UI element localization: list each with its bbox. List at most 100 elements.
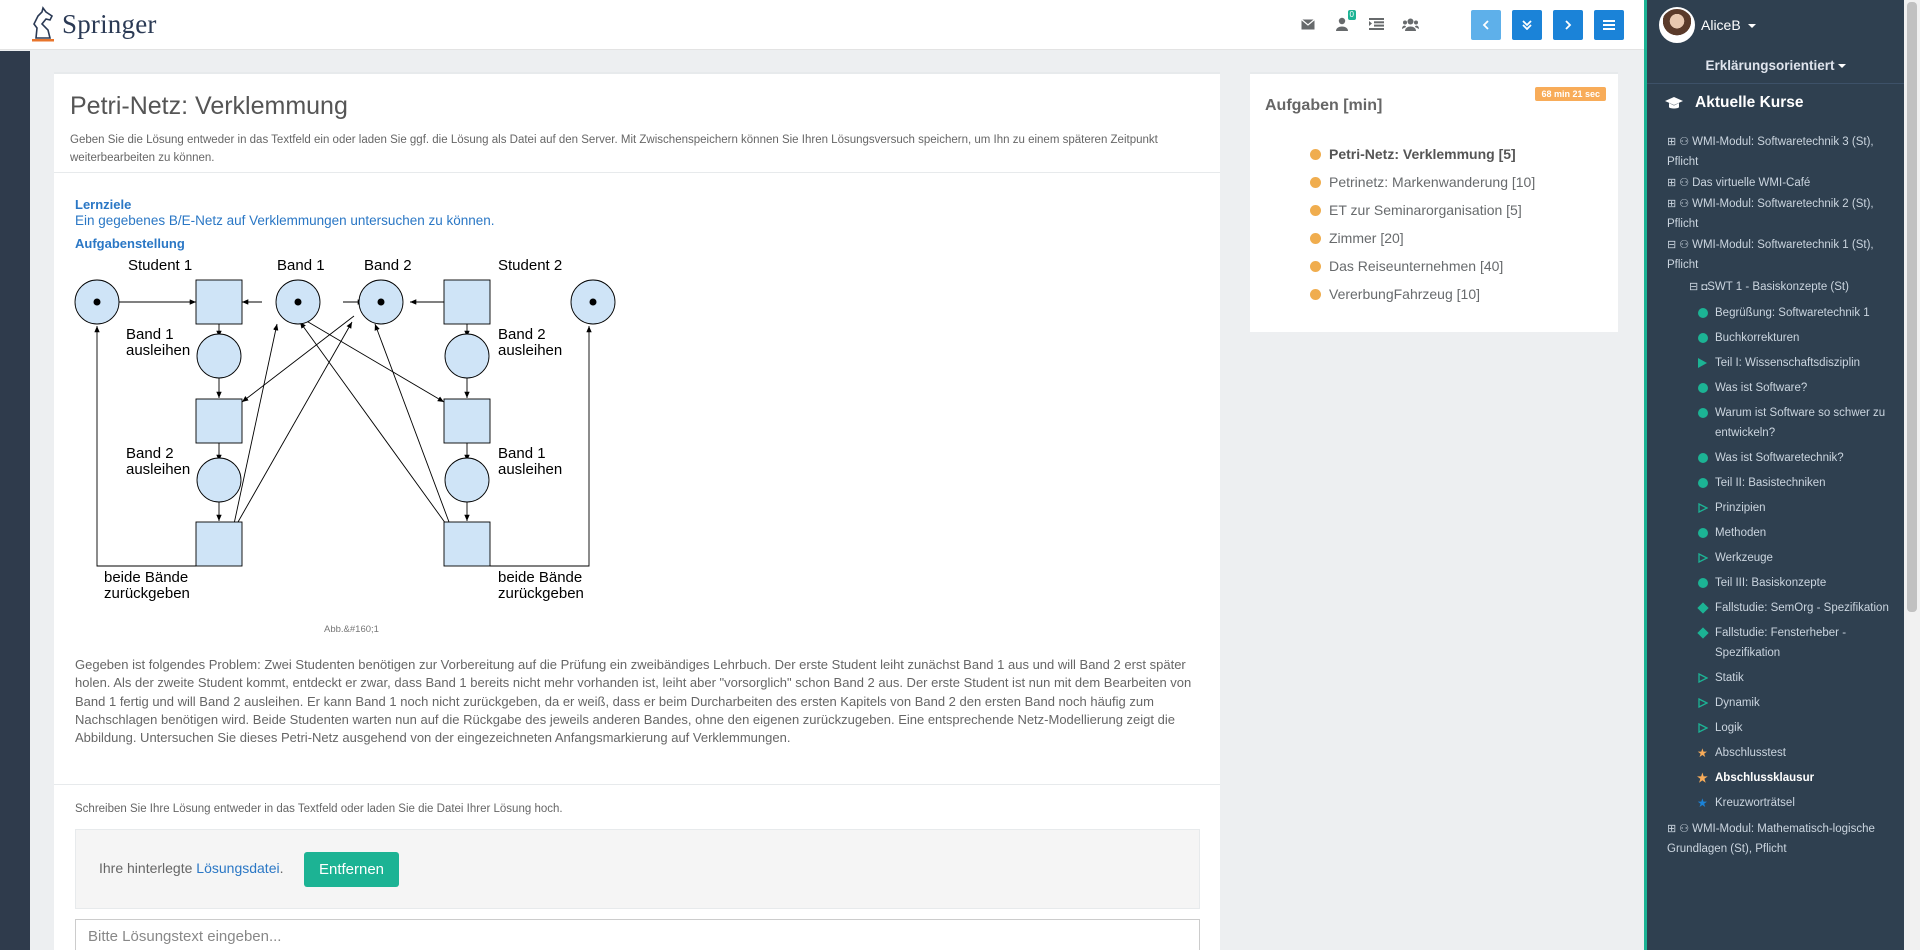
label-student-1: Student 1 [128,257,192,274]
bullet-icon [1310,288,1321,300]
lesson-item[interactable]: Werkzeuge [1667,548,1899,568]
lesson-item[interactable]: Was ist Softwaretechnik? [1667,448,1899,468]
diamond-icon [1697,627,1709,639]
menu-button[interactable] [1594,10,1624,40]
course-item[interactable]: ⊞ ⚇ WMI-Modul: Softwaretechnik 2 (St), Pfl… [1667,194,1899,234]
star-icon: ★ [1697,796,1708,810]
task-item[interactable]: ET zur Seminarorganisation [5] [1310,196,1535,224]
solution-textarea[interactable] [75,919,1200,950]
figure-caption: Abb.&#160;1 [324,624,379,635]
svg-text:Band 1: Band 1 [126,326,174,343]
label-band-2: Band 2 [364,257,412,274]
diamond-icon [1697,602,1709,614]
play-outline-icon [1698,698,1708,708]
lesson-item[interactable]: ★ Abschlussklausur [1667,768,1899,788]
lesson-item[interactable]: Begrüßung: Softwaretechnik 1 [1667,303,1899,323]
play-outline-icon [1698,553,1708,563]
course-item[interactable]: ⊞ ⚇ Das virtuelle WMI-Café [1667,173,1899,193]
module-item[interactable]: ⊟ ◘SWT 1 - Basiskonzepte (St) [1667,277,1899,298]
svg-text:ausleihen: ausleihen [126,461,190,478]
instructions-text: Geben Sie die Lösung entweder in das Tex… [70,134,1158,164]
tree-toggle-icon[interactable]: ⊞ [1667,819,1676,839]
lesson-item[interactable]: ★ Abschlusstest [1667,743,1899,763]
user-menu[interactable]: AliceB [1659,7,1756,43]
bullet-icon [1310,232,1321,244]
lesson-item[interactable]: ★ Kreuzworträtsel [1667,793,1899,813]
upload-hint: Schreiben Sie Ihre Lösung entweder in da… [75,803,563,815]
caret-down-icon [1837,64,1846,69]
brand-name: Springer [62,8,157,39]
circle-icon [1698,478,1708,488]
tasks-heading: Aufgaben [min] [1265,97,1383,114]
task-item[interactable]: VererbungFahrzeug [10] [1310,280,1535,308]
uploaded-file-panel: Ihre hinterlegte Lösungsdatei. Entfernen [75,829,1200,909]
page-title: Petri-Netz: Verklemmung [70,92,348,120]
users-icon[interactable] [1400,14,1420,34]
avatar [1659,7,1695,43]
course-item[interactable]: ⊟ ⚇ WMI-Modul: Softwaretechnik 1 (St), Pfl… [1667,235,1899,275]
course-item[interactable]: ⊞ ⚇ WMI-Modul: Softwaretechnik 3 (St), Pfl… [1667,132,1899,172]
next-button[interactable] [1553,10,1583,40]
lesson-item[interactable]: Prinzipien [1667,498,1899,518]
bullet-icon [1310,260,1321,272]
learning-goals-text: Ein gegebenes B/E-Netz auf Verklemmungen… [75,213,495,228]
bullet-icon [1310,176,1321,188]
lesson-item[interactable]: Teil III: Basiskonzepte [1667,573,1899,593]
circle-icon [1698,408,1708,418]
svg-text:zurückgeben: zurückgeben [498,585,584,602]
tree-toggle-icon: ⊟ [1689,281,1699,293]
lesson-item[interactable]: Teil II: Basistechniken [1667,473,1899,493]
lesson-item[interactable]: Methoden [1667,523,1899,543]
caret-down-icon [1747,24,1756,29]
expand-button[interactable] [1512,10,1542,40]
people-icon: ⚇ [1679,136,1690,148]
lesson-item[interactable]: Buchkorrekturen [1667,328,1899,348]
lesson-item[interactable]: Teil I: Wissenschaftsdisziplin [1667,353,1899,373]
chevron-right-icon [1565,20,1572,30]
lesson-item[interactable]: Fallstudie: SemOrg - Spezifikation [1667,598,1899,618]
lesson-item[interactable]: Dynamik [1667,693,1899,713]
people-icon: ⚇ [1679,823,1690,835]
bullet-icon [1310,148,1321,160]
tree-toggle-icon[interactable]: ⊞ [1667,194,1676,214]
task-item[interactable]: Petri-Netz: Verklemmung [5] [1310,140,1535,168]
tree-toggle-icon[interactable]: ⊞ [1667,132,1676,152]
remove-file-button[interactable]: Entfernen [304,852,399,887]
course-tree: ⊞ ⚇ WMI-Modul: Softwaretechnik 3 (St), Pfl… [1667,132,1899,860]
tree-toggle-icon[interactable]: ⊟ [1667,235,1676,255]
star-icon: ★ [1697,771,1708,785]
lesson-item[interactable]: Statik [1667,668,1899,688]
chevron-left-icon [1482,20,1489,30]
svg-text:ausleihen: ausleihen [126,342,190,359]
course-item[interactable]: ⊞ ⚇ WMI-Modul: Mathematisch-logische Grund… [1667,819,1899,859]
hamburger-icon [1603,20,1615,30]
divider [1647,83,1904,84]
previous-button[interactable] [1471,10,1501,40]
task-item[interactable]: Zimmer [20] [1310,224,1535,252]
lesson-item[interactable]: Was ist Software? [1667,378,1899,398]
list-indent-icon[interactable] [1366,14,1386,34]
graduation-cap-icon [1665,97,1683,109]
double-chevron-down-icon [1522,20,1532,30]
circle-icon [1698,333,1708,343]
task-item[interactable]: Petrinetz: Markenwanderung [10] [1310,168,1535,196]
timer-badge: 68 min 21 sec [1535,87,1606,101]
user-badge-icon[interactable]: 0 [1332,10,1356,34]
scrollbar-thumb[interactable] [1907,2,1917,612]
circle-icon [1698,528,1708,538]
springer-logo[interactable]: Springer [28,6,157,42]
star-icon: ★ [1697,746,1708,760]
circle-icon [1698,308,1708,318]
tree-toggle-icon[interactable]: ⊞ [1667,173,1676,193]
courses-heading: Aktuelle Kurse [1665,94,1804,112]
task-item[interactable]: Das Reiseunternehmen [40] [1310,252,1535,280]
solution-file-link[interactable]: Lösungsdatei [196,860,279,876]
lesson-item[interactable]: Logik [1667,718,1899,738]
people-icon: ⚇ [1679,239,1690,251]
lesson-item[interactable]: Fallstudie: Fensterheber - Spezifikation [1667,623,1899,663]
play-outline-icon [1698,723,1708,733]
mode-dropdown[interactable]: Erklärungsorientiert [1647,49,1904,83]
envelope-icon[interactable] [1298,14,1318,34]
lesson-item[interactable]: Warum ist Software so schwer zu entwicke… [1667,403,1899,443]
scrollbar[interactable] [1904,0,1920,950]
